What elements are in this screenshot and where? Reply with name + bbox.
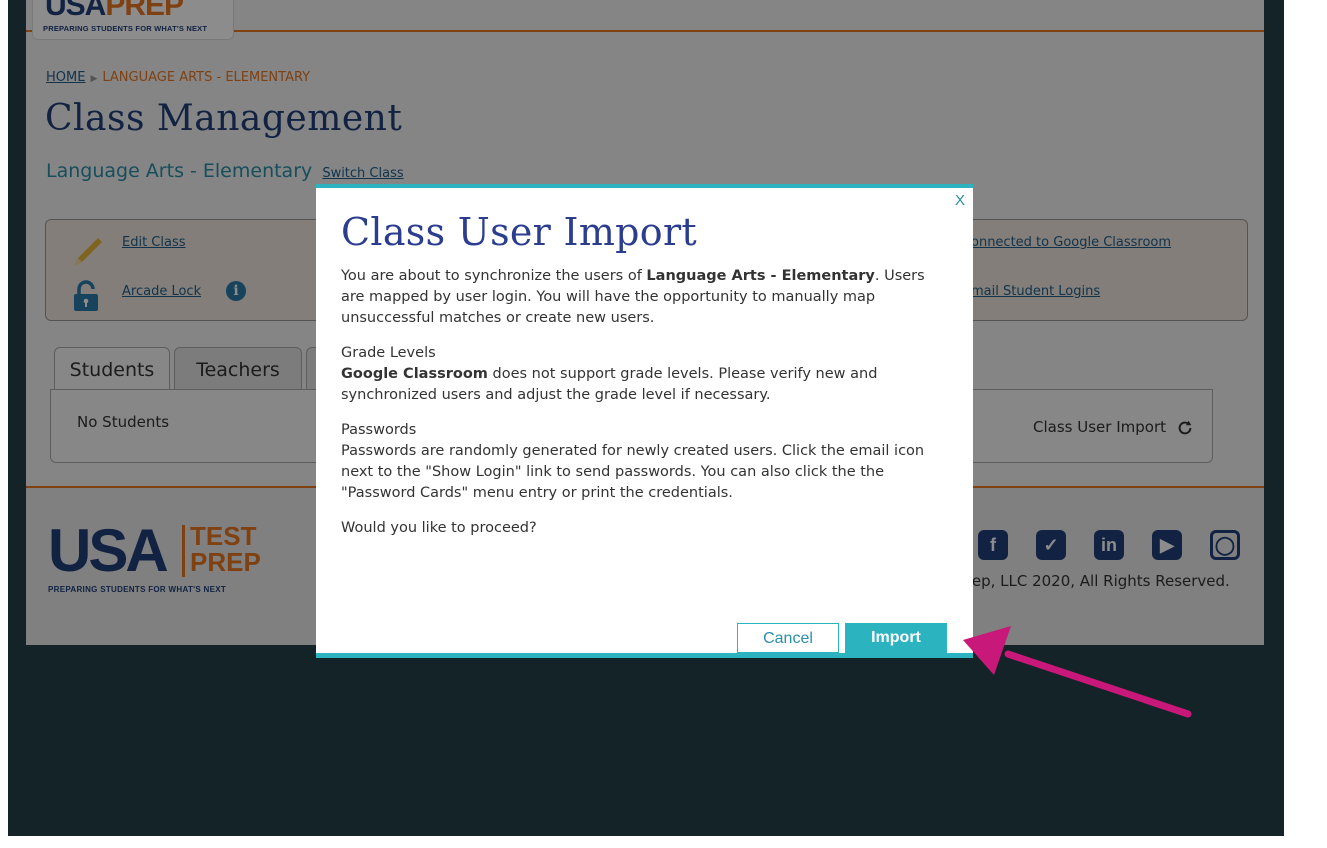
passwords-paragraph: Passwords are randomly generated for new… — [341, 443, 925, 501]
class-user-import-dialog: X Class User Import You are about to syn… — [316, 184, 973, 658]
google-classroom-label: Google Classroom — [341, 366, 488, 382]
grade-levels-heading: Grade Levels — [341, 345, 436, 361]
dialog-title: Class User Import — [341, 210, 698, 254]
screen: USAPREP PREPARING STUDENTS FOR WHAT'S NE… — [8, 0, 1284, 836]
close-icon[interactable]: X — [955, 192, 965, 209]
passwords-heading: Passwords — [341, 422, 417, 438]
import-button[interactable]: Import — [845, 623, 947, 653]
intro-class-name: Language Arts - Elementary — [646, 268, 875, 284]
dialog-body: You are about to synchronize the users o… — [341, 266, 941, 539]
proceed-question: Would you like to proceed? — [341, 520, 537, 536]
intro-paragraph: You are about to synchronize the users o… — [341, 266, 941, 329]
grade-levels-paragraph: Google Classroom does not support grade … — [341, 364, 941, 406]
cancel-button[interactable]: Cancel — [737, 623, 839, 653]
intro-text: You are about to synchronize the users o… — [341, 268, 647, 284]
